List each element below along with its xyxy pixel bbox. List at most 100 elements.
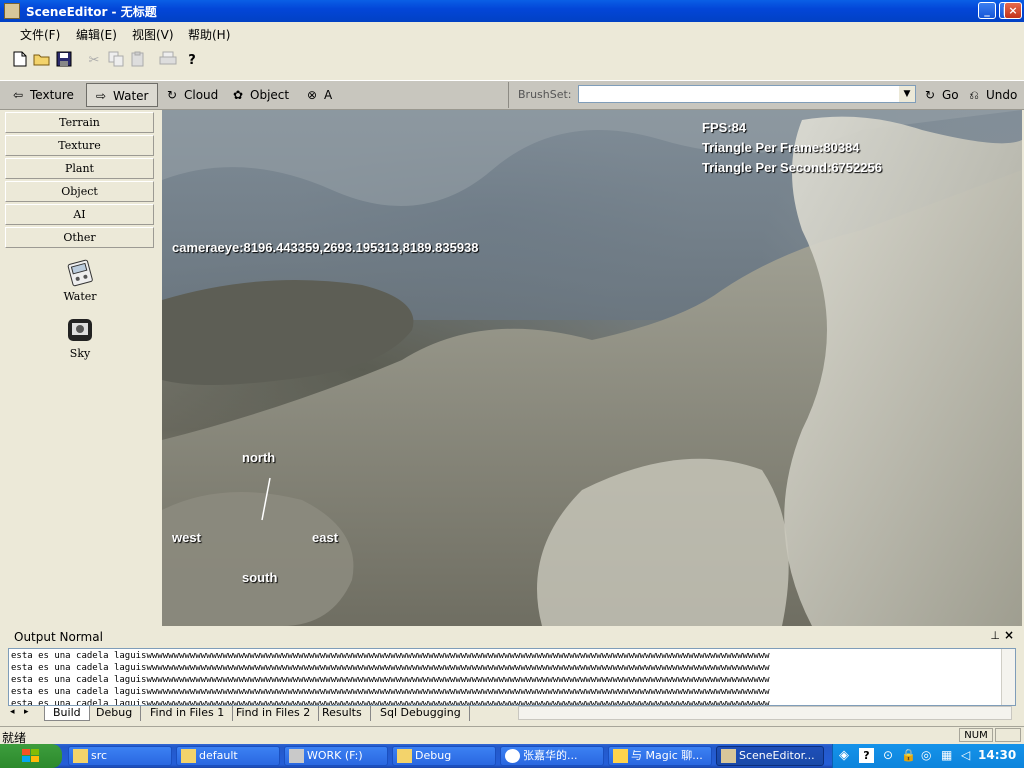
undo-label: Undo <box>986 88 1018 102</box>
speaker-icon[interactable]: ◁ <box>961 748 976 763</box>
diamond-icon[interactable]: ◈ <box>839 748 854 763</box>
app-icon <box>721 749 736 763</box>
menu-view[interactable]: 视图(V) <box>130 26 176 42</box>
mode-water-button[interactable]: ⇨ Water <box>86 83 158 107</box>
lock-icon[interactable]: 🔒 <box>901 748 916 763</box>
folder-icon <box>73 749 88 763</box>
task-chat-2-label: 与 Magic 聊... <box>631 749 703 762</box>
app-icon[interactable] <box>4 3 20 19</box>
pin-icon[interactable]: ⊥ <box>990 629 1000 642</box>
arrow-right-icon: ⇨ <box>95 89 107 103</box>
category-terrain[interactable]: Terrain <box>5 112 154 133</box>
cut-icon[interactable]: ✂ <box>84 51 104 71</box>
start-button[interactable] <box>0 744 62 768</box>
tab-sql-debugging[interactable]: Sql Debugging <box>372 706 470 721</box>
output-log[interactable]: esta es una cadela laguiswwwwwwwwwwwwwww… <box>8 648 1016 706</box>
mode-texture-button[interactable]: ⇦ Texture <box>4 83 80 107</box>
minimize-button[interactable]: _ <box>978 2 996 19</box>
task-chat-2[interactable]: 与 Magic 聊... <box>608 746 712 766</box>
output-line: esta es una cadela laguiswwwwwwwwwwwwwww… <box>11 699 770 706</box>
chat-icon <box>505 749 520 763</box>
task-sceneeditor-label: SceneEditor... <box>739 749 815 762</box>
clock: 14:30 <box>978 748 1017 762</box>
mode-cloud-label: Cloud <box>184 88 219 102</box>
folder-icon <box>397 749 412 763</box>
windows-logo-icon <box>22 749 39 762</box>
copy-icon[interactable] <box>106 51 126 71</box>
new-file-icon[interactable] <box>10 51 30 71</box>
tab-debug[interactable]: Debug <box>88 706 142 721</box>
category-other[interactable]: Other <box>5 227 154 248</box>
menu-bar: 文件(F) 编辑(E) 视图(V) 帮助(H) <box>0 22 1024 46</box>
category-object[interactable]: Object <box>5 181 154 202</box>
task-sceneeditor[interactable]: SceneEditor... <box>716 746 824 766</box>
task-chat-1-label: 张嘉华的... <box>523 749 578 762</box>
print-icon[interactable] <box>158 51 178 71</box>
output-horizontal-scrollbar[interactable] <box>518 706 1012 720</box>
tool-water-label: Water <box>63 290 97 303</box>
output-line: esta es una cadela laguiswwwwwwwwwwwwwww… <box>11 663 770 673</box>
tab-scroll-right-icon[interactable]: ▸ <box>24 707 29 717</box>
cross-icon: ⊗ <box>306 88 318 102</box>
close-button[interactable]: × <box>1004 2 1022 19</box>
network-icon[interactable]: ⊙ <box>883 748 898 763</box>
tab-find-in-files-1[interactable]: Find in Files 1 <box>142 706 234 721</box>
task-default[interactable]: default <box>176 746 280 766</box>
task-chat-1[interactable]: 张嘉华的... <box>500 746 604 766</box>
task-work-label: WORK (F:) <box>307 749 363 762</box>
output-tabs: ◂ ▸ Build Debug Find in Files 1 Find in … <box>8 706 1016 722</box>
chevron-down-icon[interactable]: ▼ <box>899 86 915 102</box>
mode-a-button[interactable]: ⊗ A <box>298 83 338 107</box>
terrain-render <box>162 110 1022 626</box>
paste-icon[interactable] <box>128 51 148 71</box>
open-folder-icon[interactable] <box>32 51 52 71</box>
go-label: Go <box>942 88 959 102</box>
object-icon: ✿ <box>232 88 244 102</box>
category-texture[interactable]: Texture <box>5 135 154 156</box>
mode-a-label: A <box>324 88 333 102</box>
mode-cloud-button[interactable]: ↻ Cloud <box>158 83 224 107</box>
category-ai[interactable]: AI <box>5 204 154 225</box>
menu-help[interactable]: 帮助(H) <box>186 26 232 42</box>
menu-edit[interactable]: 编辑(E) <box>74 26 119 42</box>
help-icon[interactable]: ? <box>182 51 202 71</box>
chat-tray-icon[interactable]: ◎ <box>921 748 936 763</box>
output-vertical-scrollbar[interactable] <box>1001 649 1015 705</box>
sky-tool-icon <box>68 319 92 341</box>
tab-find-in-files-2[interactable]: Find in Files 2 <box>228 706 320 721</box>
menu-file[interactable]: 文件(F) <box>18 26 62 42</box>
task-work-drive[interactable]: WORK (F:) <box>284 746 388 766</box>
brushset-select[interactable]: ▼ <box>578 85 916 103</box>
scene-viewport[interactable]: FPS:84 Triangle Per Frame:80384 Triangle… <box>162 110 1022 626</box>
volume-icon[interactable]: ▦ <box>941 748 956 763</box>
window-title: SceneEditor - 无标题 <box>26 5 157 19</box>
folder-icon <box>181 749 196 763</box>
task-debug[interactable]: Debug <box>392 746 496 766</box>
triangles-per-frame-readout: Triangle Per Frame:80384 <box>702 140 860 155</box>
output-line: esta es una cadela laguiswwwwwwwwwwwwwww… <box>11 675 770 685</box>
tool-water[interactable]: Water <box>50 256 110 303</box>
output-header: Output Normal ⊥ × <box>6 628 1018 646</box>
arrow-left-icon: ⇦ <box>12 88 24 102</box>
tool-sky[interactable]: Sky <box>50 313 110 360</box>
save-icon[interactable] <box>54 51 74 71</box>
tab-results[interactable]: Results <box>314 706 371 721</box>
category-plant[interactable]: Plant <box>5 158 154 179</box>
tool-panel: Terrain Texture Plant Object AI Other Wa… <box>0 110 160 626</box>
undo-icon: ⎌ <box>969 88 979 102</box>
redo-icon: ↻ <box>924 88 936 102</box>
go-button[interactable]: ↻ Go <box>918 83 963 107</box>
task-src[interactable]: src <box>68 746 172 766</box>
mode-object-button[interactable]: ✿ Object <box>224 83 295 107</box>
tool-sky-label: Sky <box>69 347 91 360</box>
mode-water-label: Water <box>113 89 149 103</box>
drive-icon <box>289 749 304 763</box>
help-tray-icon[interactable]: ? <box>859 748 874 763</box>
rotate-icon: ↻ <box>166 88 178 102</box>
title-bar[interactable]: SceneEditor - 无标题 _ □ <box>0 0 1024 22</box>
mode-texture-label: Texture <box>30 88 74 102</box>
close-icon[interactable]: × <box>1004 628 1014 642</box>
tab-build[interactable]: Build <box>44 706 90 721</box>
tab-scroll-left-icon[interactable]: ◂ <box>10 707 15 717</box>
undo-button[interactable]: ⎌ Undo <box>962 83 1021 107</box>
